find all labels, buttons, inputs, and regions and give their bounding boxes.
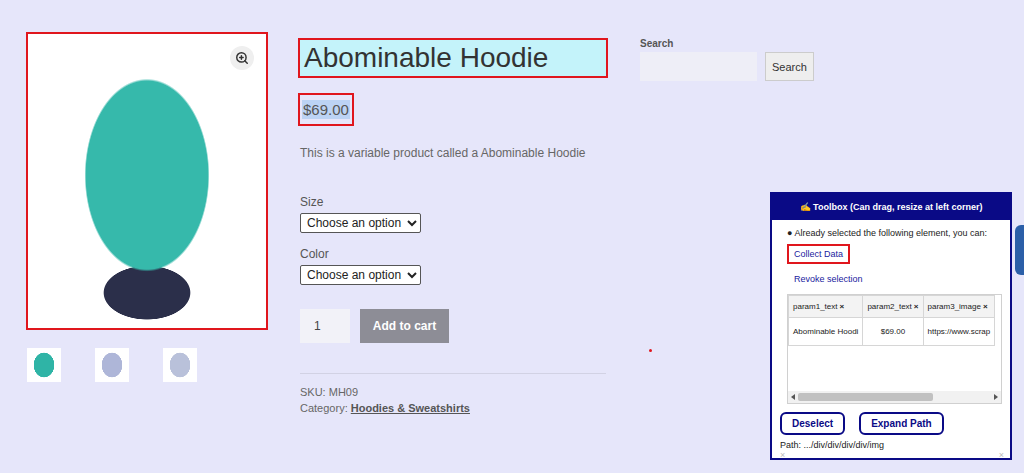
- thumbnail[interactable]: [95, 348, 129, 382]
- table-header-row: param1_text×param2_text×param3_image×: [789, 296, 995, 318]
- toolbox-button[interactable]: Deselect: [780, 412, 845, 435]
- category-link[interactable]: Hoodies & Sweatshirts: [351, 402, 470, 414]
- product-title[interactable]: Abominable Hoodie: [298, 38, 608, 78]
- product-price[interactable]: $69.00: [298, 93, 354, 126]
- cart-row: Add to cart: [300, 309, 449, 343]
- search-button[interactable]: Search: [765, 52, 814, 81]
- remove-column-button[interactable]: ×: [914, 302, 919, 311]
- product-summary: Abominable Hoodie $69.00 This is a variabl…: [298, 32, 608, 473]
- scroll-thumb[interactable]: [798, 393, 933, 401]
- corner-marks: ××: [772, 450, 1010, 462]
- gallery: [26, 32, 268, 473]
- edge-widget[interactable]: [1015, 225, 1024, 275]
- thumbnail[interactable]: [163, 348, 197, 382]
- zoom-icon: [235, 51, 249, 65]
- search-input[interactable]: [640, 52, 757, 81]
- option-label: Size: [300, 195, 323, 209]
- toolbox-buttons: Deselect Expand Path: [780, 412, 1010, 435]
- thumbnails: [26, 348, 268, 382]
- table-cell: $69.00: [863, 318, 923, 346]
- search-row: Search: [640, 52, 814, 81]
- toolbox[interactable]: ✍️ Toolbox (Can drag, resize at left cor…: [770, 192, 1012, 460]
- divider: [300, 373, 606, 374]
- option-label: Color: [300, 247, 329, 261]
- product-image[interactable]: [26, 32, 268, 330]
- table-column: param3_image×: [923, 296, 995, 318]
- data-table: param1_text×param2_text×param3_image×Abo…: [787, 294, 1002, 404]
- toolbox-action[interactable]: Revoke selection: [787, 269, 870, 289]
- horizontal-scrollbar[interactable]: [788, 391, 1001, 403]
- toolbox-message: ● Already selected the following element…: [787, 228, 987, 238]
- table-column: param1_text×: [789, 296, 863, 318]
- table-row: Abominable Hoodi$69.00https://www.scrap: [789, 318, 995, 346]
- toolbox-header[interactable]: ✍️ Toolbox (Can drag, resize at left cor…: [772, 194, 1010, 220]
- resize-handle[interactable]: ×: [999, 450, 1004, 460]
- scroll-left-icon[interactable]: [791, 394, 795, 400]
- toolbox-body: ● Already selected the following element…: [772, 220, 1010, 404]
- product-page: Abominable Hoodie $69.00 This is a variabl…: [0, 0, 1024, 473]
- option-select[interactable]: Choose an option: [300, 213, 421, 233]
- table-cell: https://www.scrap: [923, 318, 995, 346]
- remove-column-button[interactable]: ×: [839, 302, 844, 311]
- toolbox-button[interactable]: Expand Path: [859, 412, 944, 435]
- table-column: param2_text×: [863, 296, 923, 318]
- resize-handle[interactable]: ×: [780, 450, 785, 460]
- scroll-right-icon[interactable]: [994, 394, 998, 400]
- quantity-input[interactable]: [300, 309, 350, 343]
- option-select[interactable]: Choose an option: [300, 265, 421, 285]
- zoom-button[interactable]: [230, 46, 254, 70]
- search-label: Search: [640, 38, 814, 49]
- cursor-dot: [649, 349, 652, 352]
- sku: SKU: MH09: [300, 386, 358, 398]
- table-cell: Abominable Hoodi: [789, 318, 863, 346]
- element-path: Path: .../div/div/div/div/img: [780, 440, 1010, 450]
- thumbnail[interactable]: [27, 348, 61, 382]
- product-description: This is a variable product called a Abom…: [300, 146, 586, 160]
- toolbox-action[interactable]: Collect Data: [787, 244, 850, 264]
- category: Category: Hoodies & Sweatshirts: [300, 402, 470, 414]
- add-to-cart-button[interactable]: Add to cart: [360, 309, 449, 343]
- remove-column-button[interactable]: ×: [983, 302, 988, 311]
